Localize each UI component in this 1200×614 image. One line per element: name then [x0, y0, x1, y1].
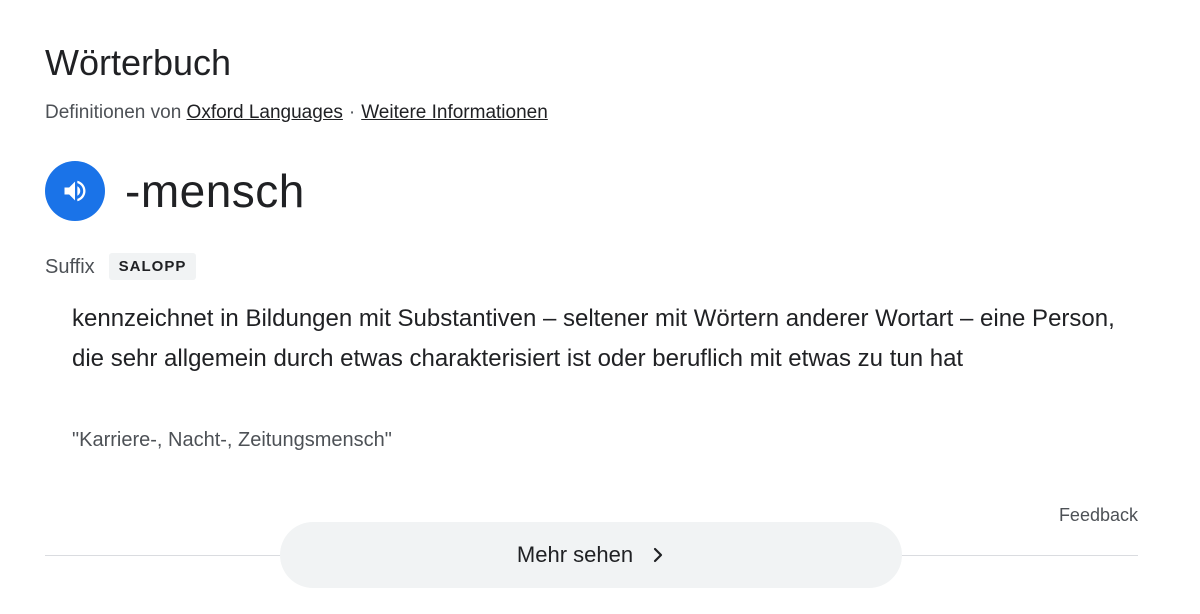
chevron-right-icon	[651, 546, 665, 564]
more-button-label: Mehr sehen	[516, 542, 634, 567]
attribution-prefix: Definitionen von	[45, 102, 182, 123]
more-button[interactable]: Mehr sehen	[280, 522, 902, 588]
more-info-link[interactable]: Weitere Informationen	[361, 102, 548, 123]
headword-row: -mensch	[45, 160, 305, 222]
grammar-row: Suffix SALOPP	[45, 253, 197, 280]
pronunciation-button[interactable]	[45, 161, 105, 221]
example-text: "Karriere-, Nacht-, Zeitungsmensch"	[72, 429, 392, 451]
oxford-languages-link[interactable]: Oxford Languages	[187, 102, 343, 123]
feedback-link[interactable]: Feedback	[1059, 503, 1138, 527]
attribution-line: Definitionen von Oxford Languages · Weiter…	[45, 101, 548, 125]
speaker-icon	[64, 180, 86, 202]
headword: -mensch	[125, 165, 305, 217]
separator-dot: ·	[348, 102, 356, 123]
dictionary-card: Wörterbuch Definitionen von Oxford Langu…	[0, 0, 1200, 614]
part-of-speech: Suffix	[45, 255, 95, 278]
register-badge: SALOPP	[108, 253, 197, 280]
panel-title: Wörterbuch	[45, 42, 232, 83]
definition-text: kennzeichnet in Bildungen mit Substantiv…	[72, 305, 1115, 372]
